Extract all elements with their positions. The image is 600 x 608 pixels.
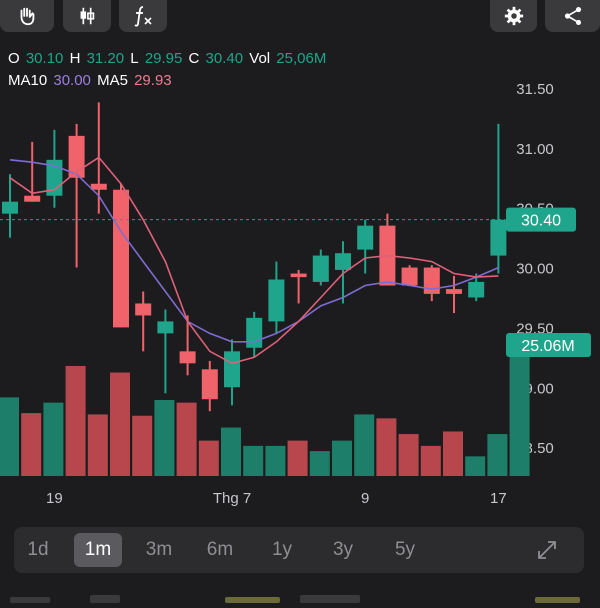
candle-body	[2, 201, 18, 214]
period-selector: 1d 1m 3m 6m 1y 3y 5y	[14, 527, 584, 573]
candle-body	[446, 289, 462, 294]
volume-bar	[265, 445, 286, 476]
volume-bar	[221, 427, 241, 476]
volume-bar	[110, 372, 130, 476]
volume-bar	[443, 431, 463, 476]
volume-bar	[132, 415, 153, 476]
current-price-label: 30.40	[521, 213, 561, 230]
volume-bar	[176, 402, 197, 476]
candle-body	[90, 183, 107, 190]
candle-body	[357, 225, 374, 250]
candlestick-chart[interactable]: 31.5031.0030.5030.0029.5029.0028.5030.40…	[0, 0, 600, 520]
volume-bar	[243, 445, 264, 476]
bottom-cutoff-row	[0, 590, 600, 603]
candle-body	[401, 267, 418, 286]
volume-bar	[487, 434, 508, 476]
volume-bar	[65, 365, 86, 476]
y-tick-label: 30.00	[516, 261, 554, 278]
expand-icon[interactable]	[536, 539, 558, 561]
candle-body	[224, 351, 240, 388]
volume-bar	[354, 414, 375, 476]
y-tick-label: 31.50	[516, 81, 554, 98]
volume-bar	[287, 440, 308, 476]
period-1d[interactable]: 1d	[14, 533, 62, 567]
period-5y[interactable]: 5y	[381, 533, 429, 567]
candle-body	[179, 351, 196, 364]
x-tick-label: 17	[490, 490, 507, 507]
candle-body	[246, 317, 263, 348]
period-3y[interactable]: 3y	[319, 533, 367, 567]
candle-body	[490, 219, 507, 256]
candle-body	[24, 195, 41, 202]
candle-body	[268, 279, 285, 322]
volume-bar	[309, 451, 330, 476]
volume-bar	[420, 445, 441, 476]
volume-bar	[0, 397, 19, 476]
volume-bar	[376, 418, 397, 476]
volume-bar	[465, 456, 486, 476]
x-tick-label: 19	[46, 490, 63, 507]
y-tick-label: 31.00	[516, 141, 554, 158]
period-3m[interactable]: 3m	[135, 533, 183, 567]
candle-body	[157, 321, 174, 334]
candle-body	[201, 369, 218, 400]
volume-bar	[87, 414, 108, 476]
volume-bar	[509, 345, 530, 476]
volume-bar	[21, 413, 42, 476]
x-tick-label: 9	[361, 490, 369, 507]
candle-body	[113, 189, 129, 328]
bottom-cutoff-shapes	[10, 595, 580, 603]
volume-bar	[43, 402, 64, 476]
candle-body	[290, 273, 307, 278]
candle-body	[423, 267, 440, 294]
candle-body	[312, 255, 329, 282]
volume-bar	[198, 440, 219, 476]
period-1m[interactable]: 1m	[74, 533, 122, 567]
volume-bar	[398, 434, 419, 476]
x-tick-label: Thg 7	[213, 490, 251, 507]
volume-bar	[332, 440, 352, 476]
period-1y[interactable]: 1y	[258, 533, 306, 567]
period-6m[interactable]: 6m	[196, 533, 244, 567]
candle-body	[335, 253, 351, 270]
candle-body	[468, 281, 485, 298]
current-volume-label: 25.06M	[521, 338, 574, 355]
volume-bar	[154, 400, 175, 476]
candle-body	[135, 303, 152, 316]
